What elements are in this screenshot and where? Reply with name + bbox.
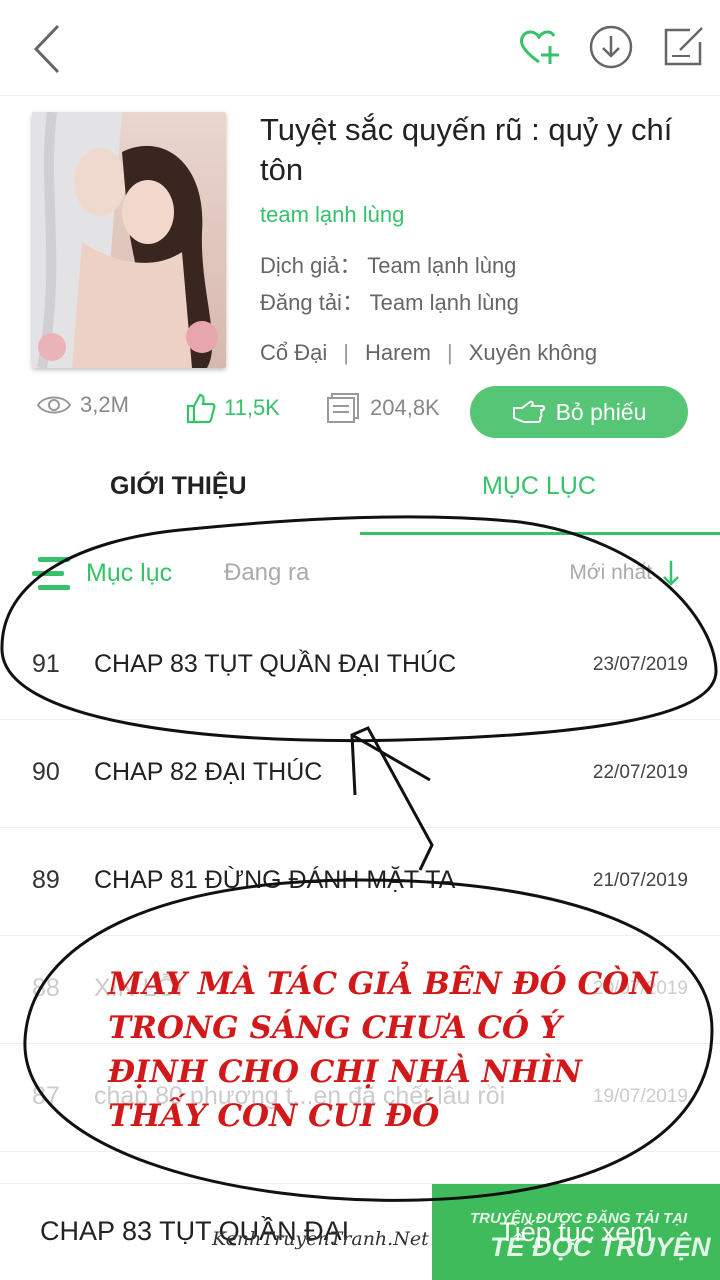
eye-icon <box>36 396 72 414</box>
hand-vote-icon <box>512 400 545 423</box>
chapter-row[interactable]: 90 CHAP 82 ĐẠI THÚC 22/07/2019 <box>0 720 720 828</box>
cover-image[interactable] <box>32 112 226 368</box>
genre-tag[interactable]: Harem <box>365 340 431 366</box>
sort-label: Mới nhất <box>569 561 652 584</box>
translator-label: Dịch giả： <box>260 253 362 278</box>
chapter-title: CHAP 81 ĐỪNG ĐÁNH MẶT TA <box>94 866 456 894</box>
chapter-number: 87 <box>32 1082 60 1110</box>
uploader-value: Team lạnh lùng <box>369 290 519 315</box>
likes-count: 11,5K <box>224 395 280 420</box>
sort-toggle[interactable]: Mới nhất <box>569 559 680 587</box>
filter-ongoing[interactable]: Đang ra <box>224 559 309 587</box>
views-stat: 3,2M <box>36 392 129 418</box>
likes-stat[interactable]: 11,5K <box>184 392 280 424</box>
chapter-title: CHAP 82 ĐẠI THÚC <box>94 758 323 786</box>
genre-divider: | <box>343 340 349 365</box>
ticket-icon <box>327 393 359 423</box>
chapter-date: 23/07/2019 <box>592 654 688 675</box>
menu-icon[interactable] <box>32 553 76 593</box>
download-icon[interactable] <box>588 24 634 70</box>
chapter-row[interactable]: 89 CHAP 81 ĐỪNG ĐÁNH MẶT TA 21/07/2019 <box>0 828 720 936</box>
translator-value: Team lạnh lùng <box>367 253 517 278</box>
chapter-number: 89 <box>32 866 60 894</box>
team-link[interactable]: team lạnh lùng <box>260 202 404 228</box>
tab-bar: GIỚI THIỆU MỤC LỤC <box>0 456 720 536</box>
arrow-down-icon <box>663 561 679 586</box>
manga-info: Tuyệt sắc quyến rũ : quỷ y chí tôn team … <box>0 96 720 386</box>
thumbs-up-icon <box>186 393 216 424</box>
translator-row: Dịch giả： Team lạnh lùng <box>260 248 516 280</box>
vote-label: Bỏ phiếu <box>555 398 647 425</box>
genre-tag[interactable]: Cổ Đại <box>260 340 327 366</box>
views-count: 3,2M <box>80 392 129 417</box>
back-arrow-icon[interactable] <box>26 22 70 76</box>
genre-list: Cổ Đại | Harem | Xuyên không <box>260 340 597 366</box>
edit-icon[interactable] <box>660 24 706 70</box>
filter-toc[interactable]: Mục lục <box>86 559 172 588</box>
uploader-label: Đăng tải： <box>260 290 364 315</box>
watermark-caption: TRUYỆN ĐƯỢC ĐĂNG TẢI TẠI <box>470 1210 688 1227</box>
tickets-count: 204,8K <box>370 395 440 420</box>
tab-toc[interactable]: MỤC LỤC <box>482 472 596 501</box>
stats-row: 3,2M 11,5K 204,8K Bỏ phiếu <box>0 386 720 440</box>
filter-bar: Mục lục Đang ra Mới nhất <box>0 545 720 605</box>
chapter-number: 90 <box>32 758 60 786</box>
vote-button[interactable]: Bỏ phiếu <box>470 386 688 438</box>
chapter-number: 88 <box>32 974 60 1002</box>
chapter-title: CHAP 83 TỤT QUẦN ĐẠI THÚC <box>94 650 457 678</box>
manga-title: Tuyệt sắc quyến rũ : quỷ y chí tôn <box>260 112 673 187</box>
chapter-date: 22/07/2019 <box>592 762 688 783</box>
active-tab-indicator <box>360 532 720 535</box>
chapter-date: 21/07/2019 <box>592 870 688 891</box>
watermark-brand: TỂ ĐỌC TRUYỆN <box>490 1232 711 1262</box>
chapter-number: 91 <box>32 650 60 678</box>
annotation-text: MAY MÀ TÁC GIẢ BÊN ĐÓ CÒN TRONG SÁNG CHƯ… <box>108 966 658 1134</box>
genre-tag[interactable]: Xuyên không <box>469 340 597 366</box>
tab-intro[interactable]: GIỚI THIỆU <box>110 472 247 501</box>
chapter-row[interactable]: 91 CHAP 83 TỤT QUẦN ĐẠI THÚC 23/07/2019 <box>0 612 720 720</box>
tickets-stat: 204,8K <box>326 392 440 424</box>
top-bar <box>0 0 720 96</box>
watermark-site: KenhTruyenTranh.Net <box>212 1228 429 1250</box>
uploader-row: Đăng tải： Team lạnh lùng <box>260 285 519 317</box>
heart-plus-icon[interactable] <box>516 24 562 70</box>
top-actions <box>516 24 706 70</box>
genre-divider: | <box>446 340 453 365</box>
